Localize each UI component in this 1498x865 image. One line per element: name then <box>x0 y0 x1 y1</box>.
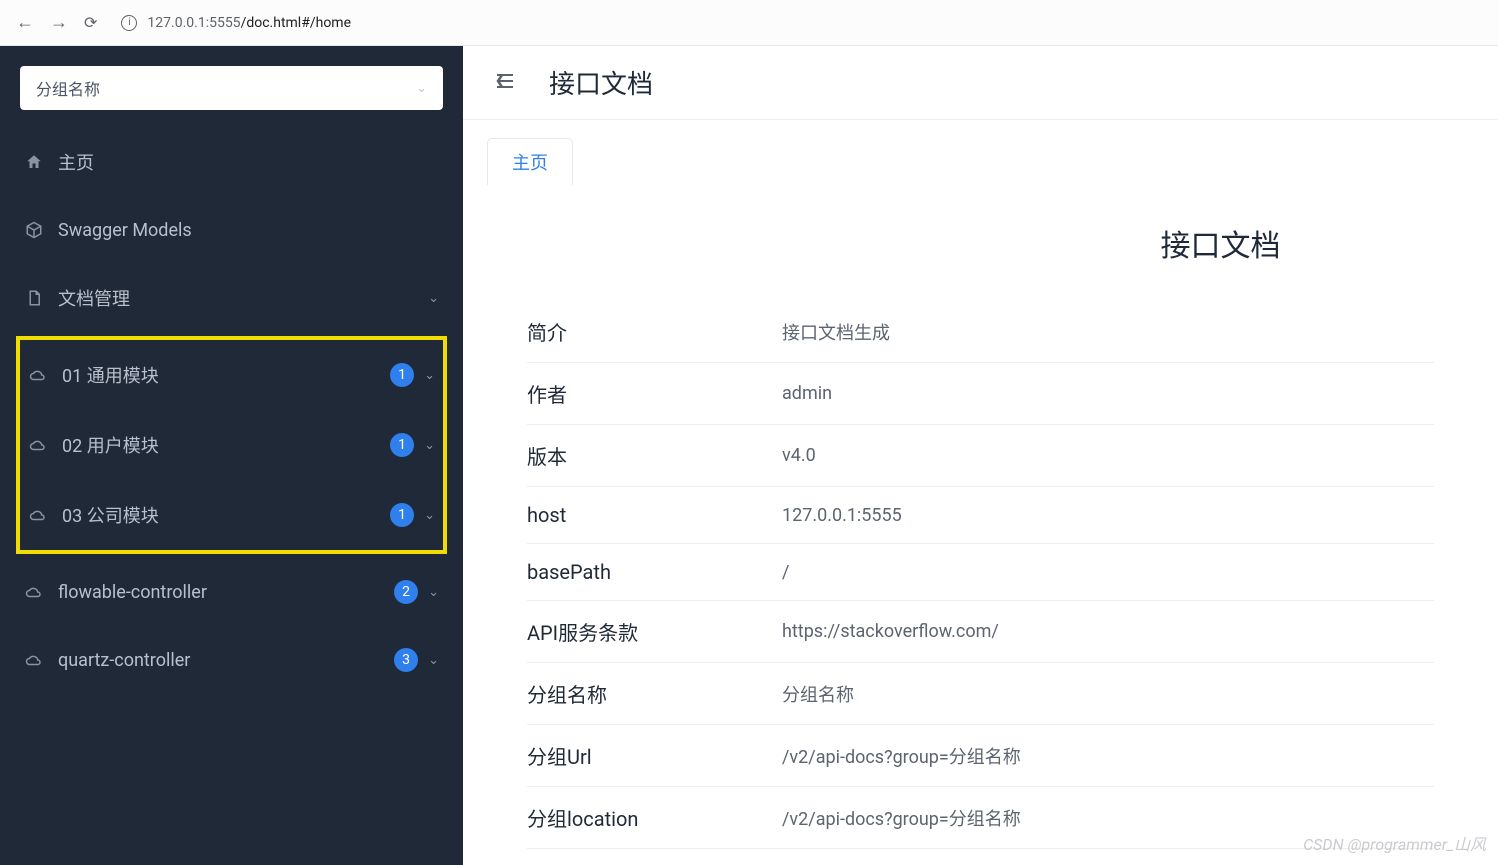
info-label: host <box>527 503 782 527</box>
sidebar-item-label: 01 通用模块 <box>62 362 159 388</box>
url-path: /doc.html#/home <box>241 15 351 31</box>
info-row-author: 作者 admin <box>527 363 1434 425</box>
info-row-group-url: 分组Url /v2/api-docs?group=分组名称 <box>527 725 1434 787</box>
url-bar[interactable]: i 127.0.0.1:5555/doc.html#/home <box>121 15 351 31</box>
sidebar-item-module-02[interactable]: 02 用户模块 1 ⌄ <box>20 410 443 480</box>
sidebar-item-label: quartz-controller <box>58 650 190 671</box>
info-row-group-name: 分组名称 分组名称 <box>527 663 1434 725</box>
count-badge: 2 <box>394 580 418 604</box>
count-badge: 3 <box>394 648 418 672</box>
browser-bar: ← → ⟳ i 127.0.0.1:5555/doc.html#/home <box>0 0 1498 46</box>
info-label: 分组location <box>527 803 782 832</box>
chevron-down-icon: ⌄ <box>428 653 439 668</box>
info-label: 作者 <box>527 379 782 408</box>
watermark: CSDN @programmer_山风 <box>1303 831 1486 855</box>
info-value: admin <box>782 383 1434 404</box>
count-badge: 1 <box>390 503 414 527</box>
count-badge: 1 <box>390 363 414 387</box>
reload-button[interactable]: ⟳ <box>84 13 97 32</box>
topbar: 接口文档 <box>463 46 1498 120</box>
info-row-stats: 接口统计信息 GET 1 <box>527 849 1434 865</box>
sidebar-item-label: Swagger Models <box>58 220 192 241</box>
info-value: 分组名称 <box>782 681 1434 707</box>
content-title: 接口文档 <box>1007 221 1434 265</box>
sidebar-item-label: flowable-controller <box>58 582 207 603</box>
cloud-icon <box>28 438 48 452</box>
document-icon <box>24 289 44 307</box>
url-text: 127.0.0.1:5555/doc.html#/home <box>147 15 351 31</box>
sidebar-item-swagger-models[interactable]: Swagger Models <box>0 196 463 264</box>
chevron-down-icon: ⌄ <box>416 81 427 96</box>
content-area: 接口文档 简介 接口文档生成 作者 admin 版本 v4.0 host 127… <box>463 185 1498 865</box>
info-row-basepath: basePath / <box>527 544 1434 601</box>
sidebar-item-quartz-controller[interactable]: quartz-controller 3 ⌄ <box>0 626 463 694</box>
page-title: 接口文档 <box>549 64 653 101</box>
info-row-host: host 127.0.0.1:5555 <box>527 487 1434 544</box>
tab-home[interactable]: 主页 <box>487 138 573 185</box>
group-selector-label: 分组名称 <box>36 76 100 100</box>
collapse-sidebar-icon[interactable] <box>493 69 517 97</box>
group-selector[interactable]: 分组名称 ⌄ <box>20 66 443 110</box>
info-label: 版本 <box>527 441 782 470</box>
back-button[interactable]: ← <box>16 12 34 33</box>
info-label: basePath <box>527 560 782 584</box>
sidebar-item-label: 文档管理 <box>58 285 130 311</box>
count-badge: 1 <box>390 433 414 457</box>
chevron-down-icon: ⌄ <box>424 368 435 383</box>
info-label: 分组Url <box>527 741 782 770</box>
chevron-down-icon: ⌄ <box>424 438 435 453</box>
forward-button[interactable]: → <box>50 12 68 33</box>
url-host: 127.0.0.1:5555 <box>147 15 240 31</box>
info-label: 分组名称 <box>527 679 782 708</box>
cloud-icon <box>28 508 48 522</box>
info-value: 127.0.0.1:5555 <box>782 505 1434 526</box>
info-value: 接口文档生成 <box>782 319 1434 345</box>
info-value: /v2/api-docs?group=分组名称 <box>782 743 1434 769</box>
info-row-version: 版本 v4.0 <box>527 425 1434 487</box>
cube-icon <box>24 221 44 239</box>
tabs: 主页 <box>463 120 1498 185</box>
info-row-group-location: 分组location /v2/api-docs?group=分组名称 <box>527 787 1434 849</box>
chevron-down-icon: ⌄ <box>428 585 439 600</box>
info-value: /v2/api-docs?group=分组名称 <box>782 805 1434 831</box>
info-table: 简介 接口文档生成 作者 admin 版本 v4.0 host 127.0.0.… <box>527 301 1434 865</box>
highlighted-modules: 01 通用模块 1 ⌄ 02 用户模块 1 ⌄ 03 公司模块 1 <box>16 336 447 554</box>
chevron-down-icon: ⌄ <box>424 508 435 523</box>
sidebar-item-doc-management[interactable]: 文档管理 ⌄ <box>0 264 463 332</box>
sidebar-item-flowable-controller[interactable]: flowable-controller 2 ⌄ <box>0 558 463 626</box>
home-icon <box>24 153 44 171</box>
info-value: v4.0 <box>782 445 1434 466</box>
sidebar: 分组名称 ⌄ 主页 Swagger Models 文档管理 ⌄ <box>0 46 463 865</box>
cloud-icon <box>24 653 44 667</box>
sidebar-item-home[interactable]: 主页 <box>0 128 463 196</box>
cloud-icon <box>28 368 48 382</box>
info-label: API服务条款 <box>527 617 782 646</box>
info-icon: i <box>121 15 137 31</box>
info-row-intro: 简介 接口文档生成 <box>527 301 1434 363</box>
info-value: https://stackoverflow.com/ <box>782 621 1434 642</box>
sidebar-item-label: 03 公司模块 <box>62 502 159 528</box>
cloud-icon <box>24 585 44 599</box>
sidebar-item-module-03[interactable]: 03 公司模块 1 ⌄ <box>20 480 443 550</box>
info-value: / <box>782 562 1434 583</box>
sidebar-item-label: 02 用户模块 <box>62 432 159 458</box>
info-label: 简介 <box>527 317 782 346</box>
chevron-down-icon: ⌄ <box>428 291 439 306</box>
info-row-terms: API服务条款 https://stackoverflow.com/ <box>527 601 1434 663</box>
sidebar-item-module-01[interactable]: 01 通用模块 1 ⌄ <box>20 340 443 410</box>
sidebar-item-label: 主页 <box>58 149 94 175</box>
app-container: 分组名称 ⌄ 主页 Swagger Models 文档管理 ⌄ <box>0 46 1498 865</box>
main-content: 接口文档 主页 接口文档 简介 接口文档生成 作者 admin 版本 v4.0 <box>463 46 1498 865</box>
